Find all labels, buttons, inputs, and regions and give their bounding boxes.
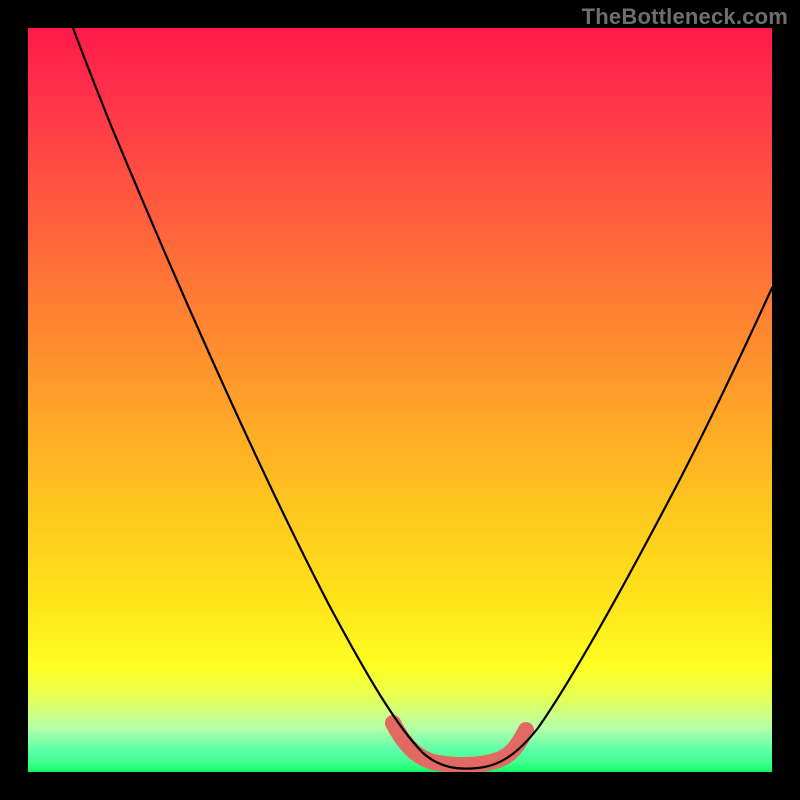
plot-area: [28, 28, 772, 772]
bottleneck-curve: [73, 28, 772, 769]
curve-layer: [28, 28, 772, 772]
chart-frame: TheBottleneck.com: [0, 0, 800, 800]
watermark-text: TheBottleneck.com: [582, 4, 788, 30]
